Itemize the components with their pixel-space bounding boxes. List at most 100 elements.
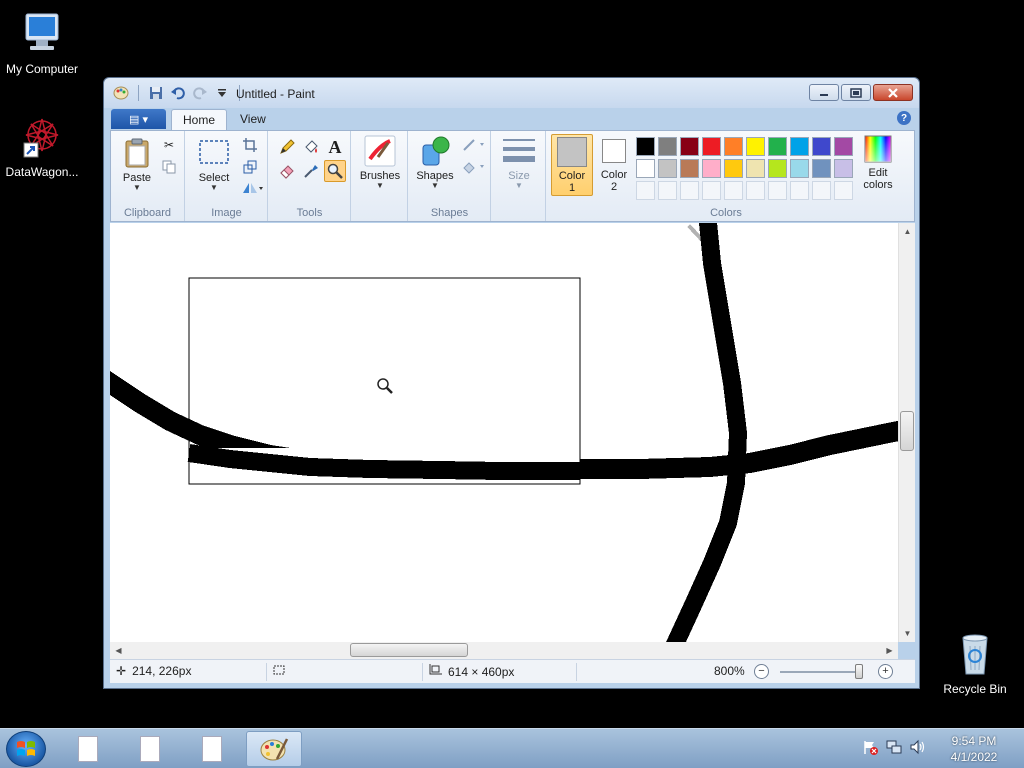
customize-qat-chevron-down-icon[interactable] [213, 85, 231, 101]
custom-color-slot[interactable] [658, 181, 677, 200]
color-swatch[interactable] [790, 137, 809, 156]
save-icon[interactable] [147, 85, 165, 101]
zoom-out-button[interactable]: − [754, 664, 769, 679]
zoom-level: 800% [714, 664, 745, 678]
canvas-drawing[interactable] [110, 223, 898, 642]
eraser-icon[interactable] [277, 161, 297, 181]
color-swatch[interactable] [812, 159, 831, 178]
image-size: 614 × 460px [428, 664, 514, 679]
color-swatch[interactable] [658, 159, 677, 178]
color-swatch[interactable] [636, 159, 655, 178]
close-button[interactable] [873, 84, 913, 101]
pencil-icon[interactable] [277, 137, 297, 157]
horizontal-scrollbar[interactable]: ◀ ▶ [110, 642, 898, 659]
scroll-right-arrow-icon[interactable]: ▶ [881, 642, 898, 659]
horizontal-scroll-thumb[interactable] [350, 643, 468, 657]
custom-color-slot[interactable] [768, 181, 787, 200]
desktop-icon-my-computer[interactable]: My Computer [0, 10, 84, 76]
start-button[interactable] [6, 731, 46, 767]
minimize-button[interactable] [809, 84, 839, 101]
tab-view[interactable]: View [229, 109, 277, 130]
color-swatch[interactable] [746, 159, 765, 178]
network-icon[interactable] [886, 739, 902, 758]
window-controls [809, 84, 913, 101]
taskbar-document-1[interactable] [60, 731, 116, 767]
size-button[interactable]: Size ▼ [496, 135, 542, 190]
action-center-flag-icon[interactable] [862, 739, 878, 758]
vertical-scroll-thumb[interactable] [900, 411, 914, 451]
custom-color-slot[interactable] [636, 181, 655, 200]
tab-home[interactable]: Home [171, 109, 228, 130]
color-swatch[interactable] [702, 137, 721, 156]
color-swatch[interactable] [724, 159, 743, 178]
help-icon[interactable]: ? [897, 111, 911, 125]
rotate-icon[interactable] [240, 178, 264, 198]
select-button[interactable]: Select ▼ [192, 137, 236, 192]
crop-icon[interactable] [240, 135, 260, 155]
canvas-viewport[interactable]: ▲ ▼ [110, 223, 915, 642]
color-picker-icon[interactable] [301, 161, 321, 181]
custom-color-slot[interactable] [680, 181, 699, 200]
scroll-up-arrow-icon[interactable]: ▲ [899, 223, 915, 240]
color-swatch[interactable] [768, 159, 787, 178]
window-title: Untitled - Paint [236, 87, 315, 101]
fill-bucket-icon[interactable] [301, 137, 321, 157]
color-swatch[interactable] [724, 137, 743, 156]
chevron-down-icon: ▼ [133, 183, 141, 192]
color-swatch[interactable] [680, 159, 699, 178]
quick-access-toolbar [112, 85, 244, 101]
color2-button[interactable]: Color 2 [595, 134, 633, 196]
color-swatch[interactable] [636, 137, 655, 156]
color-swatch[interactable] [812, 137, 831, 156]
color-swatch[interactable] [746, 137, 765, 156]
fill-icon[interactable] [461, 157, 487, 177]
paste-button[interactable]: Paste ▼ [117, 137, 157, 192]
zoom-in-button[interactable]: + [878, 664, 893, 679]
scroll-left-arrow-icon[interactable]: ◀ [110, 642, 127, 659]
color-swatch[interactable] [834, 137, 853, 156]
maximize-button[interactable] [841, 84, 871, 101]
taskbar-document-2[interactable] [122, 731, 178, 767]
color-swatch[interactable] [790, 159, 809, 178]
color-swatch[interactable] [658, 137, 677, 156]
shapes-button[interactable]: Shapes ▼ [413, 135, 457, 190]
custom-color-slot[interactable] [790, 181, 809, 200]
brushes-button[interactable]: Brushes ▼ [354, 135, 406, 190]
color1-button[interactable]: Color 1 [551, 134, 593, 196]
color-swatch[interactable] [768, 137, 787, 156]
custom-color-slot[interactable] [724, 181, 743, 200]
desktop-icon-recycle-bin[interactable]: Recycle Bin [933, 630, 1017, 696]
color-swatch[interactable] [834, 159, 853, 178]
shapes-group: Shapes ▼ Shapes [409, 131, 491, 221]
custom-color-slot[interactable] [812, 181, 831, 200]
desktop-icon-datawagon[interactable]: DataWagon... [0, 113, 84, 179]
volume-icon[interactable] [910, 739, 926, 758]
zoom-slider[interactable] [780, 671, 862, 673]
copy-icon[interactable] [159, 157, 179, 177]
color-swatch[interactable] [702, 159, 721, 178]
edit-colors-button[interactable]: Edit colors [857, 135, 899, 191]
taskbar-document-3[interactable] [184, 731, 240, 767]
image-group: Select ▼ Image [186, 131, 268, 221]
cut-icon[interactable]: ✂ [159, 135, 179, 155]
color2-swatch [602, 139, 626, 163]
title-bar[interactable]: Untitled - Paint [104, 78, 919, 108]
redo-icon[interactable] [191, 85, 209, 101]
resize-icon[interactable] [240, 157, 260, 177]
color-swatch[interactable] [680, 137, 699, 156]
outline-icon[interactable] [461, 135, 487, 155]
paint-menu-button[interactable]: ▤ ▾ [111, 109, 166, 129]
taskbar-paint[interactable] [246, 731, 302, 767]
text-icon[interactable]: A [325, 137, 345, 157]
clock[interactable]: 9:54 PM 4/1/2022 [943, 733, 1005, 765]
paint-app-icon[interactable] [112, 85, 130, 101]
scroll-down-arrow-icon[interactable]: ▼ [899, 625, 915, 642]
group-label: Tools [296, 207, 323, 219]
zoom-slider-thumb[interactable] [855, 664, 863, 679]
custom-color-slot[interactable] [702, 181, 721, 200]
vertical-scrollbar[interactable]: ▲ ▼ [898, 223, 915, 642]
custom-color-slot[interactable] [834, 181, 853, 200]
custom-color-slot[interactable] [746, 181, 765, 200]
magnifier-icon[interactable] [324, 160, 346, 182]
undo-icon[interactable] [169, 85, 187, 101]
